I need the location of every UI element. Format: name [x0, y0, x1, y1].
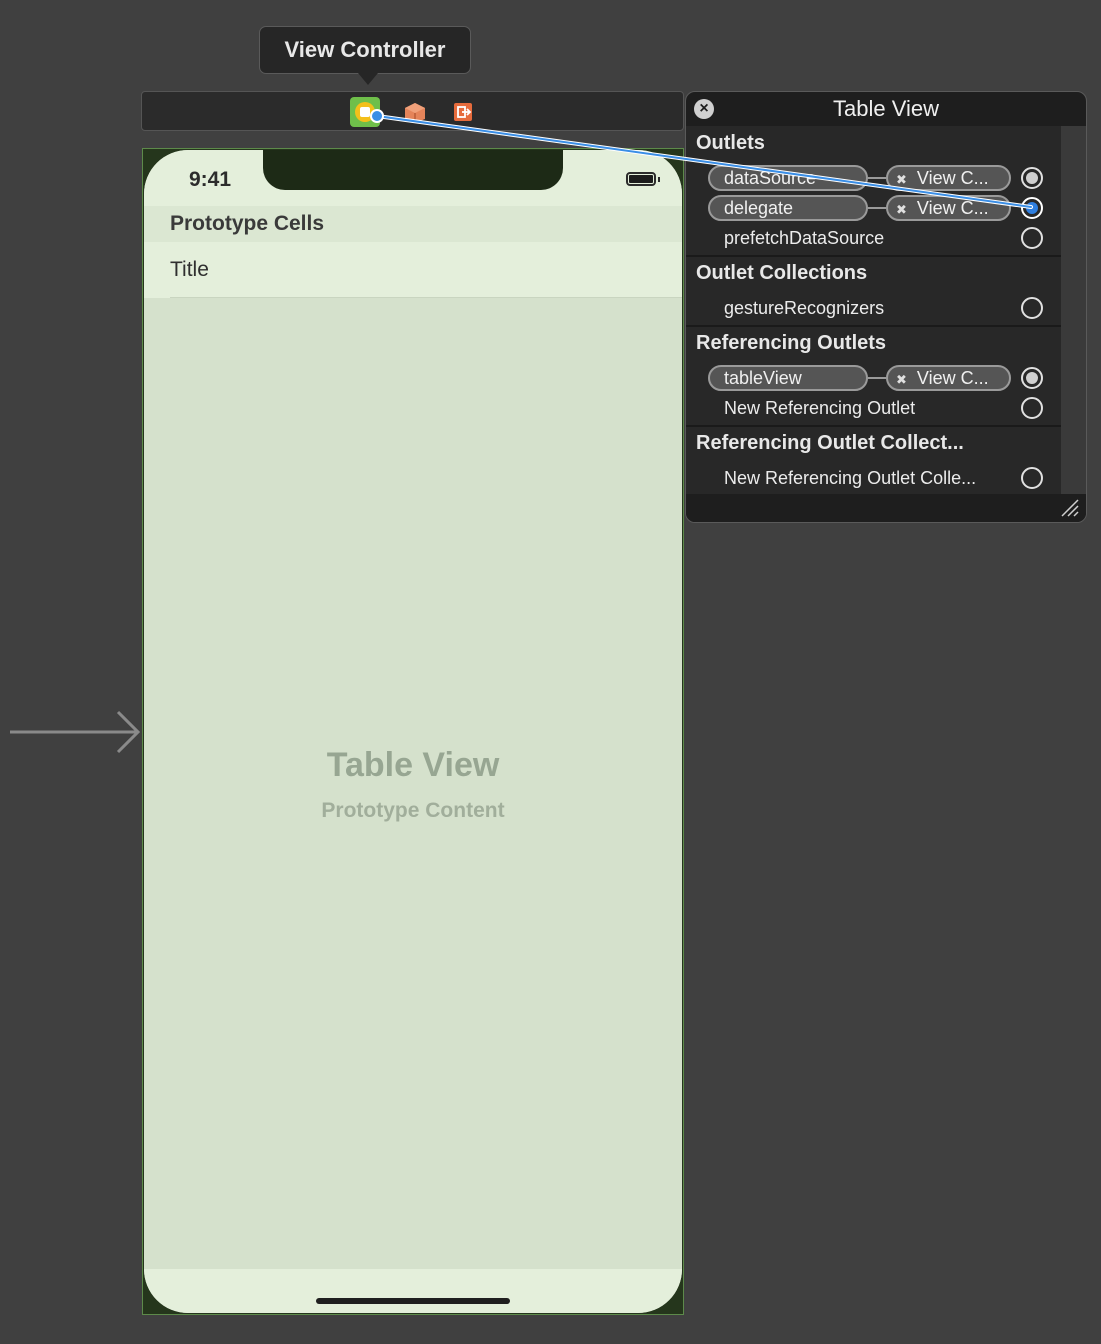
new-referencing-outlet-label: New Referencing Outlet [724, 398, 916, 418]
outlet-datasource-pill[interactable]: dataSource [708, 165, 868, 191]
device-screen: 9:41 Prototype Cells Title Table View Pr… [144, 150, 682, 1313]
referencing-tableview-pill[interactable]: tableView [708, 365, 868, 391]
panel-title: Table View [833, 96, 939, 121]
group-header-outlets: Outlets [696, 132, 765, 154]
group-header-outlet-collections: Outlet Collections [696, 262, 868, 284]
resize-grip-icon[interactable] [1060, 498, 1080, 518]
initial-view-controller-arrow-icon[interactable] [8, 706, 143, 758]
view-controller-icon[interactable] [350, 97, 380, 127]
prototype-cell[interactable]: Title [144, 242, 682, 298]
panel-body: Outlets dataSource ✖ View C... delegate ✖… [686, 126, 1061, 494]
connections-panel: × Table View Outlets dataSource ✖ View C.… [685, 91, 1087, 523]
new-referencing-outlet-collection-label: New Referencing Outlet Colle... [724, 468, 977, 488]
pill-link [868, 177, 886, 179]
group-separator [686, 425, 1061, 427]
exit-icon[interactable] [448, 97, 478, 127]
outlet-datasource-target-label: View C... [916, 168, 989, 188]
referencing-tableview-connector[interactable] [1021, 367, 1043, 389]
remove-connection-icon[interactable]: ✖ [896, 172, 907, 187]
status-time: 9:41 [189, 168, 232, 191]
home-area [144, 1269, 682, 1313]
table-view-placeholder-subtitle: Prototype Content [321, 799, 505, 822]
battery-icon [626, 172, 656, 186]
tooltip-label: View Controller [284, 37, 446, 62]
cell-separator [170, 297, 682, 298]
outlet-delegate-target-label: View C... [916, 198, 989, 218]
view-controller-tooltip: View Controller [259, 26, 471, 74]
referencing-tableview-label: tableView [724, 368, 802, 388]
outlet-prefetchdatasource-connector[interactable] [1021, 227, 1043, 249]
outlet-datasource-target[interactable]: ✖ View C... [886, 165, 1011, 191]
pill-link [868, 377, 886, 379]
battery-tip [658, 177, 660, 182]
outlet-datasource-connector[interactable] [1021, 167, 1043, 189]
pill-link [868, 207, 886, 209]
group-separator [686, 325, 1061, 327]
outlet-gesturerecognizers-label: gestureRecognizers [724, 298, 885, 318]
remove-connection-icon[interactable]: ✖ [896, 372, 907, 387]
remove-connection-icon[interactable]: ✖ [896, 202, 907, 217]
first-responder-icon[interactable] [400, 97, 430, 127]
outlet-gesturerecognizers-connector[interactable] [1021, 297, 1043, 319]
referencing-tableview-target[interactable]: ✖ View C... [886, 365, 1011, 391]
group-header-referencing-outlets: Referencing Outlets [696, 332, 887, 354]
scene-dock [141, 91, 684, 131]
outlet-delegate-pill[interactable]: delegate [708, 195, 868, 221]
outlet-delegate-connector[interactable] [1021, 197, 1043, 219]
home-indicator [316, 1298, 510, 1304]
new-referencing-outlet-connector[interactable] [1021, 397, 1043, 419]
outlet-datasource-label: dataSource [724, 168, 817, 188]
group-separator [686, 255, 1061, 257]
new-referencing-outlet-collection-connector[interactable] [1021, 467, 1043, 489]
referencing-tableview-target-label: View C... [916, 368, 989, 388]
tooltip-tail [358, 73, 378, 85]
group-header-referencing-outlet-collections: Referencing Outlet Collect... [696, 432, 964, 454]
table-view-placeholder-title: Table View [326, 746, 500, 784]
outlet-delegate-label: delegate [724, 198, 794, 218]
notch [263, 150, 563, 190]
panel-footer [686, 494, 1086, 522]
panel-scrollbar[interactable] [1061, 126, 1086, 494]
prototype-cells-header: Prototype Cells [144, 206, 682, 242]
outlet-delegate-target[interactable]: ✖ View C... [886, 195, 1011, 221]
outlet-prefetchdatasource-label: prefetchDataSource [724, 228, 885, 248]
